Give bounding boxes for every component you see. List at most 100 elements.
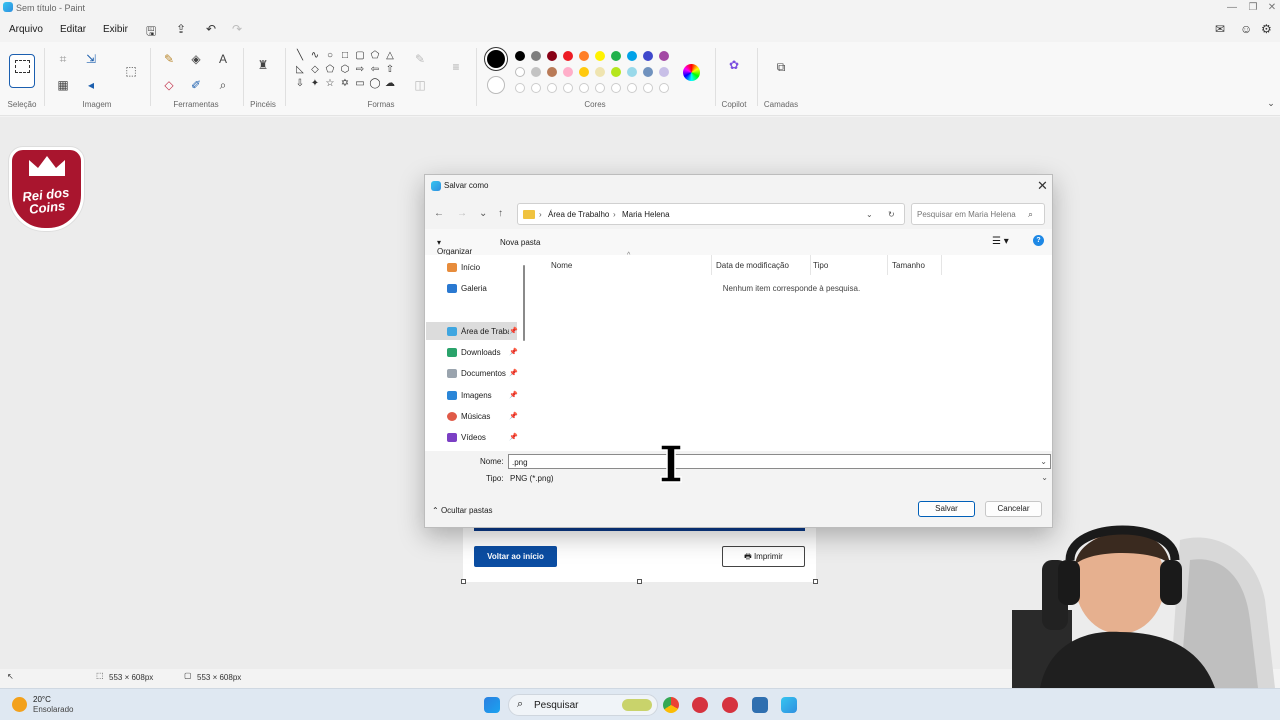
text-tool-icon[interactable]: A [216,52,230,66]
crop-icon[interactable]: ⌗ [56,52,70,67]
custom-color-slot[interactable] [659,83,669,93]
nav-item-galeria[interactable]: Galeria [426,279,517,297]
curve-shape-icon[interactable]: ∿ [309,50,321,61]
custom-color-slot[interactable] [627,83,637,93]
hide-folders-toggle[interactable]: ⌃ Ocultar pastas [432,506,493,515]
right-triangle-shape-icon[interactable]: ◺ [294,64,306,75]
triangle-shape-icon[interactable]: △ [384,50,396,61]
close-window-button[interactable]: ✕ [1262,0,1280,16]
oval-shape-icon[interactable]: ○ [324,50,336,61]
save-icon[interactable]: 🖫 [146,22,156,43]
resize-handle-br[interactable] [813,579,818,584]
column-header-tipo[interactable]: Tipo [813,261,828,270]
custom-color-slot[interactable] [611,83,621,93]
image-select-icon[interactable]: ▦ [56,78,70,92]
color-swatch[interactable] [547,51,557,61]
color-swatch[interactable] [643,67,653,77]
oval-callout-icon[interactable]: ◯ [369,78,381,89]
color-swatch[interactable] [515,51,525,61]
edit-colors-icon[interactable] [683,64,700,81]
color-swatch[interactable] [563,51,573,61]
new-folder-button[interactable]: Nova pasta [500,238,540,247]
resize-handle-bl[interactable] [461,579,466,584]
image-remove-bg-icon[interactable]: ⬚ [124,64,138,78]
selection-tool-button[interactable] [9,54,35,88]
address-bar[interactable]: › Área de Trabalho › Maria Helena ⌄ ↻ [517,203,905,225]
fill-bucket-icon[interactable]: ◈ [189,52,203,66]
forward-arrow-icon[interactable]: → [457,208,467,219]
stroke-size-icon[interactable]: ≡ [449,60,463,74]
column-header-tamanho[interactable]: Tamanho [892,261,925,270]
four-point-star-icon[interactable]: ✦ [309,78,321,89]
menu-exibir[interactable]: Exibir [103,24,128,35]
primary-color-swatch[interactable] [487,50,505,68]
color-swatch[interactable] [627,67,637,77]
color-swatch[interactable] [579,67,589,77]
fill-icon[interactable]: ◫ [413,78,427,92]
magnifier-icon[interactable]: ⌕ [216,78,230,93]
column-header-data[interactable]: Data de modificação [716,261,789,270]
layers-icon[interactable]: ⧉ [774,60,788,75]
color-swatch[interactable] [515,67,525,77]
refresh-icon[interactable]: ↻ [888,210,895,219]
app-icon-red-1[interactable] [692,697,708,713]
maximize-button[interactable]: ❐ [1243,0,1263,16]
color-swatch[interactable] [531,67,541,77]
filename-input[interactable]: .png ⌄ [508,454,1051,469]
color-swatch[interactable] [659,51,669,61]
custom-color-slot[interactable] [531,83,541,93]
back-arrow-icon[interactable]: ← [434,208,444,219]
minimize-button[interactable]: — [1222,0,1242,16]
rectangle-shape-icon[interactable]: □ [339,50,351,61]
settings-gear-icon[interactable]: ⚙ [1261,22,1272,36]
color-swatch[interactable] [563,67,573,77]
five-point-star-icon[interactable]: ☆ [324,78,336,89]
custom-color-slot[interactable] [563,83,573,93]
file-list-pane[interactable]: Nome ^ Data de modificação Tipo Tamanho … [525,252,1052,451]
menu-editar[interactable]: Editar [60,24,86,35]
help-icon[interactable]: ? [1033,235,1044,246]
color-swatch[interactable] [643,51,653,61]
color-swatch[interactable] [595,67,605,77]
eraser-icon[interactable]: ◇ [162,78,176,92]
right-arrow-shape-icon[interactable]: ⇨ [354,64,366,75]
dialog-close-icon[interactable]: ✕ [1037,178,1048,194]
chrome-icon[interactable] [663,697,679,713]
brushes-icon[interactable]: ♜ [256,58,270,72]
redo-icon[interactable]: ↷ [232,22,242,36]
organize-button[interactable]: Organizar ▾ [437,238,472,256]
breadcrumb-maria-helena[interactable]: Maria Helena [622,210,670,219]
feedback-icon[interactable]: ✉ [1215,22,1225,36]
color-swatch[interactable] [547,67,557,77]
paint-taskbar-icon[interactable] [781,697,797,713]
custom-color-slot[interactable] [579,83,589,93]
custom-color-slot[interactable] [643,83,653,93]
nav-item-downloads[interactable]: Downloads 📌 [426,343,518,361]
app-icon-red-2[interactable] [722,697,738,713]
color-swatch[interactable] [531,51,541,61]
filetype-select[interactable]: PNG (*.png) ⌄ [508,471,1051,486]
color-swatch[interactable] [659,67,669,77]
nav-item-inicio[interactable]: Início [426,258,517,276]
up-arrow-icon[interactable]: ↑ [498,208,503,219]
color-swatch[interactable] [595,51,605,61]
ribbon-collapse-icon[interactable]: ⌄ [1264,98,1278,109]
dialog-search-input[interactable]: Pesquisar em Maria Helena ⌕ [911,203,1045,225]
pencil-icon[interactable]: ✎ [162,52,176,66]
resize-icon[interactable]: ⇲ [84,52,98,66]
cancel-button[interactable]: Cancelar [985,501,1042,517]
copilot-icon[interactable]: ✿ [727,58,741,72]
resize-handle-b[interactable] [637,579,642,584]
rect-callout-icon[interactable]: ▭ [354,78,366,89]
menu-arquivo[interactable]: Arquivo [9,24,43,35]
polygon-shape-icon[interactable]: ⬠ [369,50,381,61]
custom-color-slot[interactable] [547,83,557,93]
recent-locations-icon[interactable]: ⌄ [479,208,487,219]
account-icon[interactable]: ☺ [1240,22,1252,36]
column-header-nome[interactable]: Nome [551,261,572,270]
down-arrow-shape-icon[interactable]: ⇩ [294,78,306,89]
up-arrow-shape-icon[interactable]: ⇧ [384,64,396,75]
view-options-icon[interactable]: ☰ ▾ [992,236,1009,247]
breadcrumb-area-de-trabalho[interactable]: Área de Trabalho [548,210,609,219]
address-dropdown-icon[interactable]: ⌄ [866,210,873,219]
